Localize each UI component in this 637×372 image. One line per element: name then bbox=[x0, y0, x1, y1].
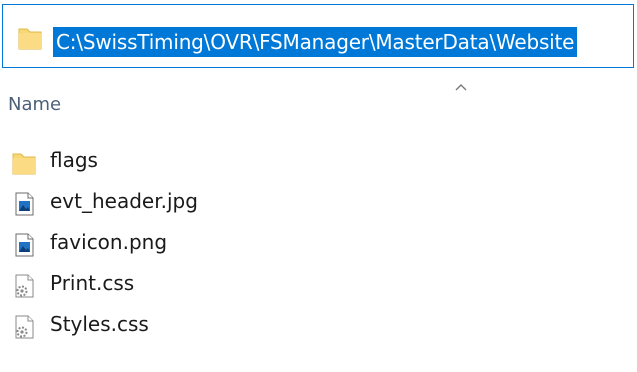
list-item[interactable]: Print.css bbox=[0, 268, 637, 309]
folder-icon bbox=[12, 153, 36, 175]
column-header-name[interactable]: Name bbox=[8, 94, 61, 115]
css-settings-file-icon bbox=[15, 274, 34, 298]
list-item[interactable]: flags bbox=[0, 145, 637, 186]
file-name: Print.css bbox=[50, 271, 135, 295]
image-file-icon bbox=[15, 233, 34, 257]
file-explorer: C:\SwissTiming\OVR\FSManager\MasterData\… bbox=[0, 0, 637, 372]
file-name: evt_header.jpg bbox=[50, 189, 198, 213]
sort-ascending-icon[interactable] bbox=[454, 82, 468, 92]
css-settings-file-icon bbox=[15, 315, 34, 339]
file-name: flags bbox=[50, 148, 98, 172]
address-path-input[interactable]: C:\SwissTiming\OVR\FSManager\MasterData\… bbox=[53, 27, 578, 57]
image-file-icon bbox=[15, 192, 34, 216]
folder-icon bbox=[18, 28, 42, 50]
list-item[interactable]: favicon.png bbox=[0, 227, 637, 268]
list-item[interactable]: evt_header.jpg bbox=[0, 186, 637, 227]
file-list: flags evt_header.jpg favicon.png Print.c… bbox=[0, 145, 637, 350]
file-name: favicon.png bbox=[50, 230, 168, 254]
file-name: Styles.css bbox=[50, 312, 149, 336]
address-bar[interactable]: C:\SwissTiming\OVR\FSManager\MasterData\… bbox=[2, 4, 634, 68]
list-item[interactable]: Styles.css bbox=[0, 309, 637, 350]
